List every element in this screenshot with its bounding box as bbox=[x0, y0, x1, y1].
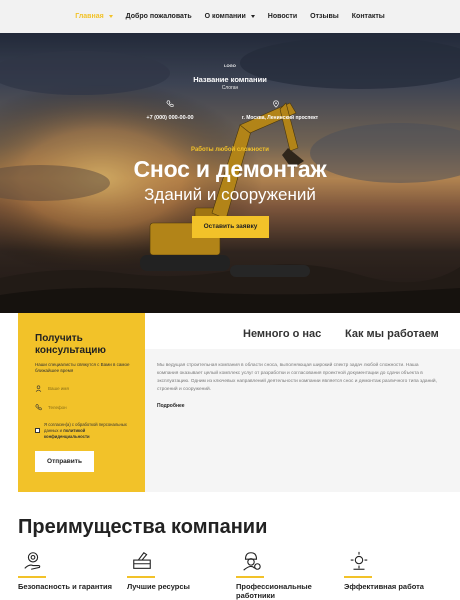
privacy-agreement-text: Я согласен(а) с обработкой персональных … bbox=[44, 422, 128, 439]
chevron-down-icon bbox=[250, 15, 255, 18]
accent-bar bbox=[18, 576, 46, 578]
phone-number[interactable]: +7 (000) 000-00-00 bbox=[140, 115, 200, 121]
nav-item-contacts[interactable]: Контакты bbox=[352, 13, 385, 20]
advantage-item: Профессиональные работники bbox=[236, 550, 346, 600]
hero-subtitle: Зданий и сооружений bbox=[144, 185, 316, 204]
nav-item-label: Новости bbox=[267, 13, 298, 20]
leave-request-button[interactable]: Оставить заявку bbox=[192, 216, 269, 238]
nav-item-news[interactable]: Новости bbox=[268, 13, 297, 20]
nav-item-reviews[interactable]: Отзывы bbox=[310, 13, 339, 20]
location-pin-icon bbox=[273, 100, 279, 108]
nav-item-label: Добро пожаловать bbox=[125, 13, 192, 20]
advantage-label: Безопасность и гарантия bbox=[18, 582, 113, 591]
nav-item-label: Отзывы bbox=[310, 13, 339, 20]
accent-bar bbox=[344, 576, 372, 578]
name-input[interactable] bbox=[48, 385, 118, 391]
gear-hand-icon bbox=[24, 552, 41, 570]
logo[interactable]: LOGO bbox=[220, 61, 240, 71]
advantage-item: Лучшие ресурсы bbox=[127, 550, 237, 591]
consultation-form: Получить консультацию Наши специалисты с… bbox=[18, 313, 145, 492]
advantage-item: Безопасность и гарантия bbox=[18, 550, 128, 591]
hero-section: LOGO Название компании Слоган +7 (000) 0… bbox=[0, 33, 460, 313]
phone-icon bbox=[166, 100, 174, 107]
nav-item-label: О компании bbox=[204, 13, 246, 20]
advantage-label: Эффективная работа bbox=[344, 582, 424, 591]
nav-item-welcome[interactable]: Добро пожаловать bbox=[126, 13, 192, 20]
company-slogan: Слоган bbox=[221, 85, 239, 91]
company-address: г. Москва, Ленинский проспект bbox=[241, 115, 319, 121]
hero-kicker: Работы любой сложности bbox=[191, 147, 269, 153]
more-link[interactable]: Подробнее bbox=[157, 403, 185, 409]
phone-icon bbox=[35, 403, 42, 410]
accent-bar bbox=[127, 576, 155, 578]
nav-item-label: Главная bbox=[75, 13, 104, 20]
tab-how-we-work[interactable]: Как мы работаем bbox=[345, 328, 439, 340]
advantage-label: Профессиональные работники bbox=[236, 582, 312, 600]
phone-input[interactable] bbox=[48, 404, 118, 410]
consultation-title: Получить консультацию bbox=[35, 333, 106, 356]
about-tabs: Немного о нас Как мы работаем bbox=[145, 313, 460, 349]
hero-title: Снос и демонтаж bbox=[133, 156, 327, 182]
about-text: Мы ведущая строительная компания в облас… bbox=[157, 363, 437, 392]
advantages-title: Преимущества компании bbox=[18, 516, 268, 538]
phone-field-row bbox=[35, 402, 128, 412]
worker-icon bbox=[243, 552, 261, 571]
accent-bar bbox=[236, 576, 264, 578]
company-name: Название компании bbox=[193, 75, 267, 84]
efficiency-icon bbox=[350, 551, 368, 570]
submit-button[interactable]: Отправить bbox=[35, 451, 94, 473]
nav-item-label: Контакты bbox=[351, 13, 385, 20]
advantage-label: Лучшие ресурсы bbox=[127, 582, 190, 591]
name-field-row bbox=[35, 383, 128, 393]
advantage-item: Эффективная работа bbox=[344, 550, 454, 591]
privacy-agreement: Я согласен(а) с обработкой персональных … bbox=[35, 422, 128, 439]
chevron-down-icon bbox=[108, 15, 113, 18]
agree-text: Я согласен(а) с обработкой персональных … bbox=[44, 422, 127, 433]
nav-item-about[interactable]: О компании bbox=[205, 13, 255, 20]
consultation-description: Наши специалисты свяжутся с Вами в самое… bbox=[35, 362, 130, 373]
toolbox-icon bbox=[133, 552, 151, 569]
nav-item-home[interactable]: Главная bbox=[75, 13, 113, 20]
top-nav: Главная Добро пожаловать О компании Ново… bbox=[0, 0, 460, 33]
privacy-checkbox[interactable] bbox=[35, 428, 40, 433]
user-icon bbox=[35, 385, 42, 392]
tab-about-us[interactable]: Немного о нас bbox=[243, 328, 321, 340]
